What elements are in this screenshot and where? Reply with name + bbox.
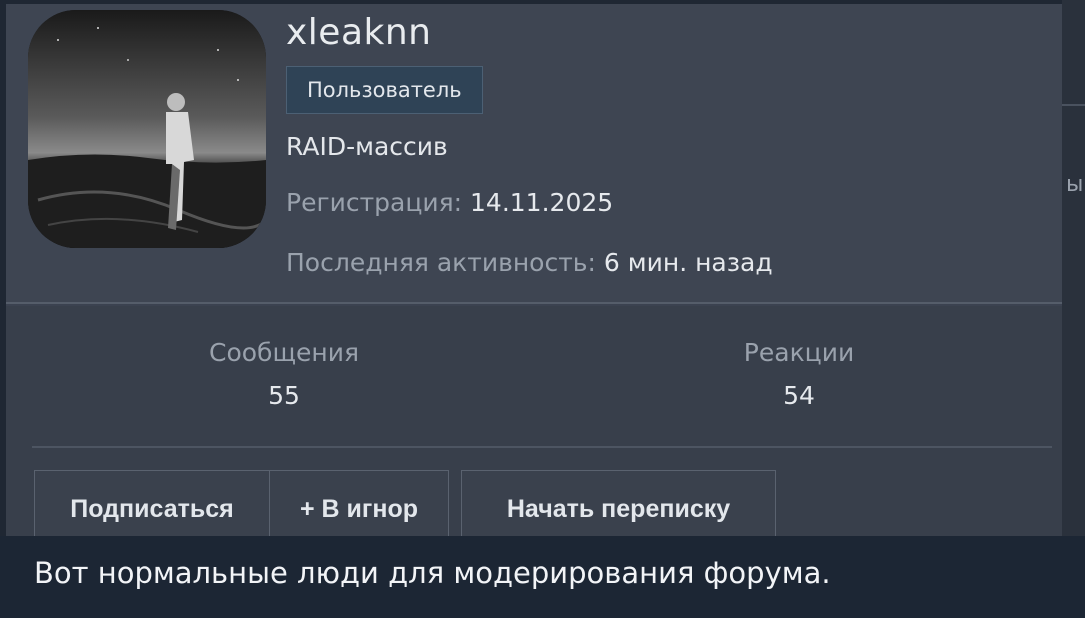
background-page-edge: ы — [1062, 0, 1085, 540]
edge-divider — [1062, 104, 1085, 106]
messages-label: Сообщения — [208, 338, 360, 367]
reactions-stat[interactable]: Реакции 54 — [649, 338, 949, 410]
profile-header: xleaknn Пользователь RAID-массив Регистр… — [6, 4, 1064, 304]
last-activity-value: 6 мин. назад — [603, 248, 773, 277]
username[interactable]: xleaknn — [286, 12, 432, 53]
stats-divider — [32, 446, 1052, 448]
registration-value: 14.11.2025 — [470, 188, 614, 217]
role-badge: Пользователь — [286, 66, 483, 114]
reactions-count: 54 — [783, 381, 815, 410]
registration-row: Регистрация: 14.11.2025 — [286, 188, 613, 217]
user-title: RAID-массив — [286, 132, 448, 161]
reactions-label: Реакции — [743, 338, 855, 367]
avatar[interactable] — [28, 10, 266, 248]
edge-text-fragment: ы — [1066, 172, 1084, 197]
screenshot-frame: xleaknn Пользователь RAID-массив Регистр… — [0, 0, 1085, 618]
avatar-image — [28, 10, 266, 248]
caption-text: Вот нормальные люди для модерирования фо… — [34, 556, 831, 590]
last-activity-label: Последняя активность: — [286, 248, 596, 277]
caption-bar: Вот нормальные люди для модерирования фо… — [0, 536, 1085, 618]
messages-count: 55 — [268, 381, 300, 410]
registration-label: Регистрация: — [286, 188, 463, 217]
last-activity-row: Последняя активность: 6 мин. назад — [286, 248, 773, 277]
messages-stat[interactable]: Сообщения 55 — [134, 338, 434, 410]
member-tooltip-card: xleaknn Пользователь RAID-массив Регистр… — [6, 4, 1064, 550]
